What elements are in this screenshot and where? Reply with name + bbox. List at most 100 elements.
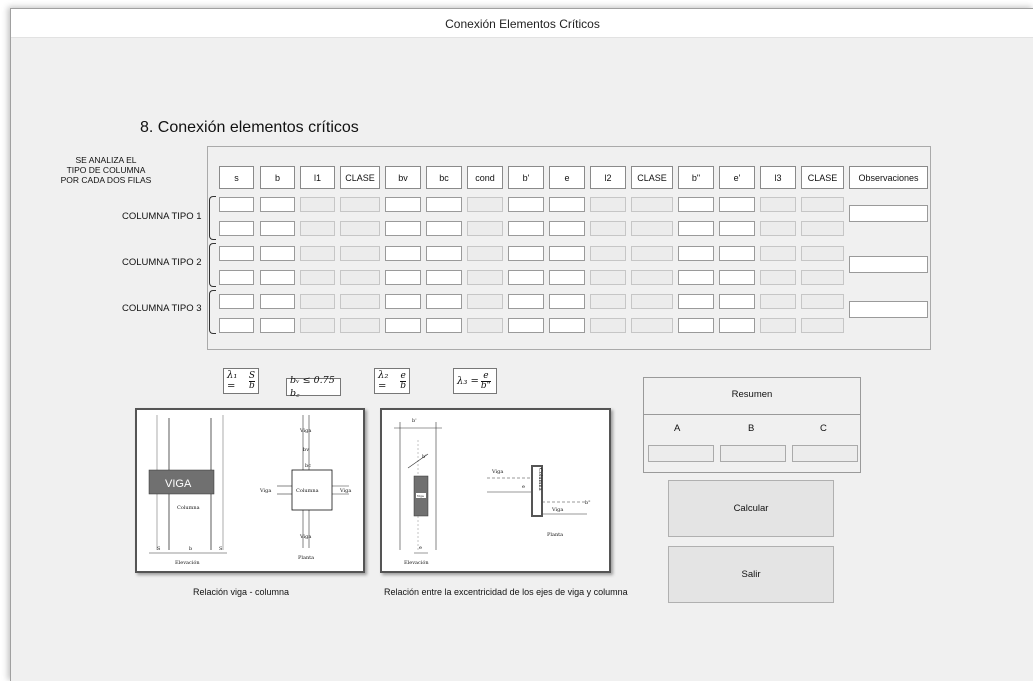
grid-cell — [590, 270, 626, 285]
grid-cell[interactable] — [719, 221, 755, 236]
grid-cell[interactable] — [719, 246, 755, 261]
observaciones-field-2[interactable] — [849, 256, 928, 273]
viga-label: VIGA — [165, 478, 192, 490]
grid-cell[interactable] — [260, 246, 295, 261]
grid-cell[interactable] — [719, 294, 755, 309]
viga-plan-label-2: Viga — [551, 507, 563, 513]
resumen-col-a: A — [674, 423, 681, 434]
salir-button[interactable]: Salir — [668, 546, 834, 603]
formula-lambda-2: λ₂ = e b — [374, 368, 410, 394]
grid-cell[interactable] — [219, 270, 254, 285]
grid-cell — [801, 294, 844, 309]
grid-cell[interactable] — [549, 246, 585, 261]
resumen-title: Resumen — [731, 389, 773, 400]
grid-cell[interactable] — [260, 318, 295, 333]
columna-label: Columna — [177, 505, 200, 511]
grid-cell[interactable] — [426, 246, 462, 261]
grid-cell — [340, 294, 380, 309]
grid-cell — [467, 318, 503, 333]
beam-column-drawing: VIGA Columna S b S Elevación bv bc Viga … — [148, 415, 351, 566]
columna-plan-label: Columna — [296, 488, 319, 494]
resumen-col-c: C — [820, 423, 827, 434]
column-header-clase-1: CLASE — [340, 166, 380, 189]
planta-label: Planta — [547, 532, 563, 538]
formula-lambda-2-numerator: e — [400, 370, 406, 381]
formula-bv-limit: bᵥ ≤ 0.75 b꜀ — [286, 375, 341, 399]
grid-cell[interactable] — [426, 197, 462, 212]
grid-cell[interactable] — [508, 197, 544, 212]
grid-cell[interactable] — [219, 221, 254, 236]
grid-cell — [760, 221, 796, 236]
resumen-panel: Resumen A B C — [643, 377, 861, 473]
grid-cell[interactable] — [260, 221, 295, 236]
grid-cell[interactable] — [678, 318, 714, 333]
formula-lambda-2-denominator: b — [400, 380, 406, 391]
grid-cell[interactable] — [549, 294, 585, 309]
column-header-l2: l2 — [590, 166, 626, 189]
analysis-note: SE ANALIZA EL TIPO DE COLUMNA POR CADA D… — [6, 155, 206, 185]
beam-column-diagram: VIGA Columna S b S Elevación bv bc Viga … — [135, 408, 365, 573]
grid-cell[interactable] — [219, 197, 254, 212]
bc-label: bc — [305, 463, 311, 469]
formula-lambda-1-denominator: b — [249, 380, 255, 391]
column-header-b-double-prime: b" — [678, 166, 714, 189]
grid-cell[interactable] — [385, 318, 421, 333]
grid-cell[interactable] — [219, 294, 254, 309]
grid-cell[interactable] — [385, 221, 421, 236]
grid-cell[interactable] — [260, 270, 295, 285]
grid-cell[interactable] — [426, 270, 462, 285]
resumen-col-b: B — [748, 423, 755, 434]
grid-cell[interactable] — [719, 197, 755, 212]
dim-s-right: S — [219, 546, 223, 552]
grid-cell[interactable] — [549, 197, 585, 212]
row-label-tipo-1: COLUMNA TIPO 1 — [122, 211, 202, 222]
elevacion-label: Elevación — [404, 559, 429, 566]
grid-cell[interactable] — [508, 318, 544, 333]
section-title: 8. Conexión elementos críticos — [140, 119, 359, 136]
grid-cell[interactable] — [719, 318, 755, 333]
grid-cell[interactable] — [678, 270, 714, 285]
grid-cell[interactable] — [426, 221, 462, 236]
grid-cell[interactable] — [678, 221, 714, 236]
formula-lambda-1: λ₁ = S b — [223, 368, 259, 394]
row-group-brace-1 — [209, 196, 216, 240]
grid-cell[interactable] — [219, 318, 254, 333]
grid-cell — [760, 197, 796, 212]
observaciones-field-1[interactable] — [849, 205, 928, 222]
grid-cell[interactable] — [549, 270, 585, 285]
viga-bottom-label: Viga — [299, 534, 311, 540]
grid-cell[interactable] — [385, 197, 421, 212]
grid-cell[interactable] — [678, 246, 714, 261]
calcular-button[interactable]: Calcular — [668, 480, 834, 537]
grid-cell[interactable] — [260, 294, 295, 309]
formula-lambda-1-fraction: S b — [248, 371, 255, 391]
formula-lambda-3-numerator: e — [483, 370, 489, 381]
grid-cell[interactable] — [385, 294, 421, 309]
grid-cell — [340, 197, 380, 212]
grid-cell[interactable] — [385, 246, 421, 261]
b-prime-label: b' — [422, 454, 427, 460]
grid-cell[interactable] — [219, 246, 254, 261]
grid-cell[interactable] — [549, 221, 585, 236]
row-group-brace-2 — [209, 243, 216, 287]
grid-cell[interactable] — [678, 294, 714, 309]
grid-cell[interactable] — [678, 197, 714, 212]
grid-cell[interactable] — [426, 318, 462, 333]
grid-cell[interactable] — [260, 197, 295, 212]
grid-cell[interactable] — [508, 221, 544, 236]
grid-cell[interactable] — [426, 294, 462, 309]
viga-plan-label: Viga — [491, 469, 503, 475]
grid-cell[interactable] — [508, 246, 544, 261]
e-plan-label: e — [522, 484, 525, 490]
eccentricity-drawing: b' b' Viga e Elevación Viga Viga Columna… — [394, 418, 591, 566]
grid-cell[interactable] — [385, 270, 421, 285]
grid-cell — [760, 270, 796, 285]
grid-cell — [300, 318, 335, 333]
grid-cell[interactable] — [508, 270, 544, 285]
grid-cell[interactable] — [508, 294, 544, 309]
grid-cell[interactable] — [719, 270, 755, 285]
grid-cell — [467, 270, 503, 285]
grid-cell — [467, 294, 503, 309]
grid-cell[interactable] — [549, 318, 585, 333]
observaciones-field-3[interactable] — [849, 301, 928, 318]
